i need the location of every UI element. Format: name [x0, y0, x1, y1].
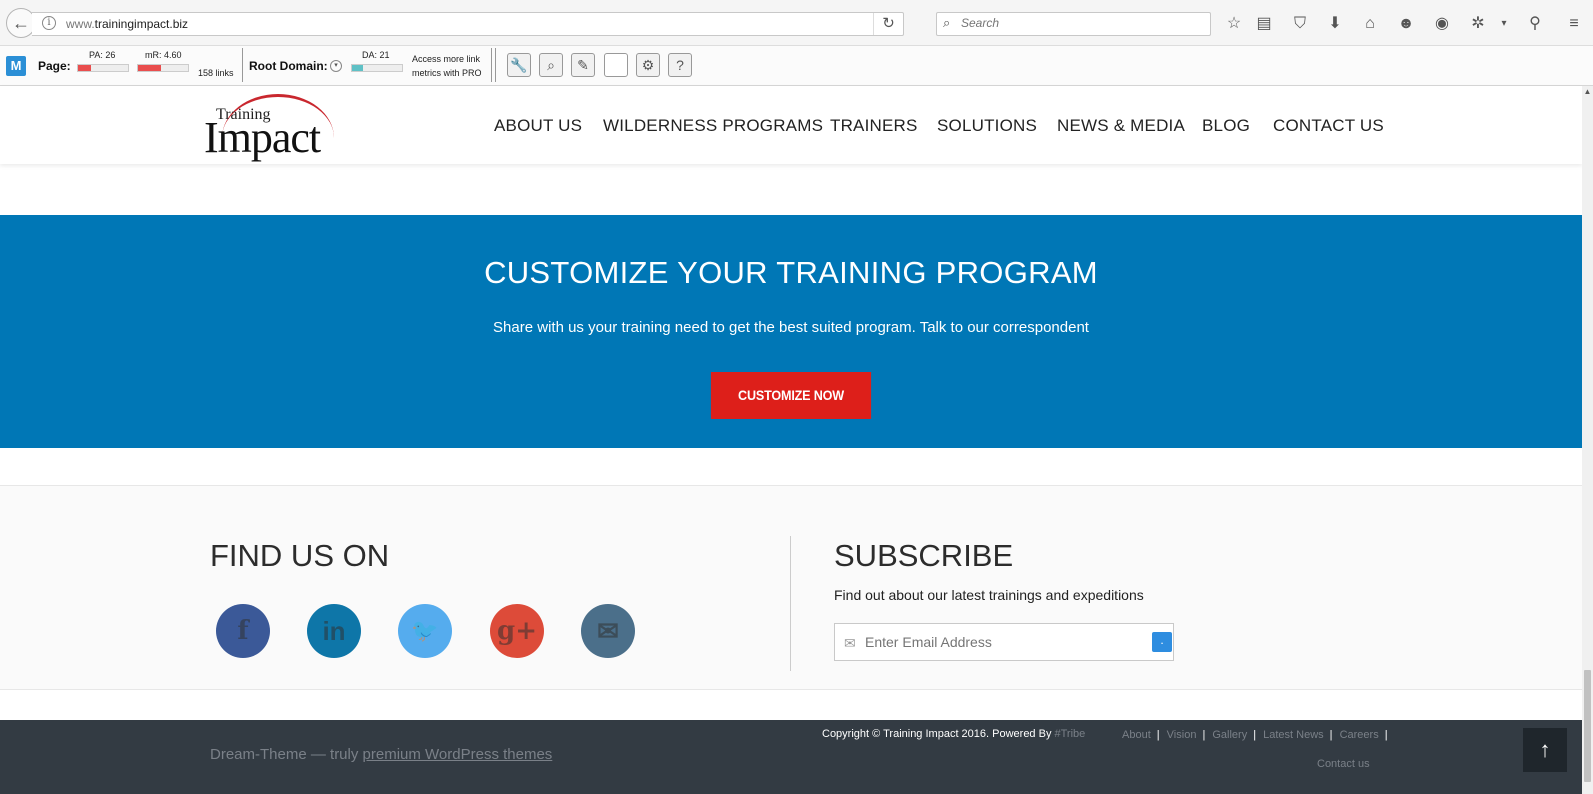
subscribe-email-input[interactable] [865, 634, 1135, 650]
moz-da-bar [351, 64, 403, 72]
footer-link-about[interactable]: About [1122, 729, 1151, 741]
moz-access-line2[interactable]: metrics with PRO [412, 68, 482, 78]
site-info-icon[interactable]: i [42, 16, 56, 30]
linkedin-icon[interactable]: in [307, 604, 361, 658]
customize-cta-section: CUSTOMIZE YOUR TRAINING PROGRAM Share wi… [0, 215, 1582, 448]
subscribe-submit-button[interactable]: . [1152, 632, 1172, 652]
chevron-down-icon[interactable]: ▾ [330, 60, 342, 72]
subscribe-text: Find out about our latest trainings and … [834, 587, 1144, 603]
color-wheel-icon[interactable]: ◉ [1432, 14, 1452, 34]
footer-link-gallery[interactable]: Gallery [1212, 729, 1247, 741]
moz-access-line1[interactable]: Access more link [412, 54, 480, 64]
address-bar[interactable]: i www.trainingimpact.biz ↻ [32, 12, 904, 36]
nav-trainers[interactable]: TRAINERS [830, 116, 918, 136]
moz-separator [242, 48, 243, 82]
magnifier-icon[interactable]: ⌕ [539, 53, 563, 77]
footer-link-latest-news[interactable]: Latest News [1263, 729, 1324, 741]
nav-news-media[interactable]: NEWS & MEDIA [1057, 116, 1185, 136]
scroll-up-arrow-icon[interactable]: ▲ [1582, 86, 1593, 98]
nav-contact-us[interactable]: CONTACT US [1273, 116, 1384, 136]
footer-bottom-bar: Dream-Theme — truly premium WordPress th… [0, 720, 1582, 794]
wrench-icon[interactable]: 🔧 [507, 53, 531, 77]
moz-mr-bar [137, 64, 189, 72]
blank-icon[interactable] [604, 53, 628, 77]
subscribe-title: SUBSCRIBE [834, 538, 1014, 573]
scrollbar-thumb[interactable] [1584, 670, 1591, 782]
email-icon[interactable]: ✉ [581, 604, 635, 658]
gear-icon[interactable]: ⚙ [636, 53, 660, 77]
moz-links-count: 158 links [198, 68, 234, 78]
help-icon[interactable]: ? [668, 53, 692, 77]
cta-title: CUSTOMIZE YOUR TRAINING PROGRAM [484, 255, 1098, 290]
customize-now-button[interactable]: CUSTOMIZE NOW [710, 372, 872, 419]
emoji-icon[interactable]: ☻ [1396, 14, 1416, 34]
find-us-title: FIND US ON [210, 538, 390, 573]
footer-link-vision[interactable]: Vision [1167, 729, 1197, 741]
moz-root-label: Root Domain: [249, 59, 328, 73]
nav-solutions[interactable]: SOLUTIONS [937, 116, 1037, 136]
back-to-top-button[interactable]: ↑ [1523, 728, 1567, 772]
dream-theme-credit: Dream-Theme — truly premium WordPress th… [210, 746, 553, 763]
moz-da-label: DA: 21 [362, 50, 390, 60]
nav-wilderness-programs[interactable]: WILDERNESS PROGRAMS [603, 116, 823, 136]
subscribe-form: ✉ . [834, 623, 1174, 661]
browser-toolbar: ← i www.trainingimpact.biz ↻ ⌕ ☆ ▤ ⛉ ⬇ ⌂… [0, 0, 1593, 46]
facebook-icon[interactable]: f [216, 604, 270, 658]
extension-icon[interactable]: ✲ [1468, 14, 1488, 34]
premium-themes-link[interactable]: premium WordPress themes [363, 746, 553, 763]
site-header: Training Impact ABOUT US WILDERNESS PROG… [0, 86, 1582, 164]
home-icon[interactable]: ⌂ [1360, 14, 1380, 34]
moz-mr-label: mR: 4.60 [145, 50, 182, 60]
moz-separator [491, 48, 492, 82]
footer-links: About | Vision | Gallery | Latest News | Car… [1122, 729, 1388, 741]
pin-icon[interactable]: ⚲ [1525, 14, 1545, 34]
menu-icon[interactable]: ≡ [1564, 14, 1584, 34]
moz-pa-label: PA: 26 [89, 50, 116, 60]
footer-divider [790, 536, 791, 671]
pencil-icon[interactable]: ✎ [571, 53, 595, 77]
copyright-text: Copyright © Training Impact 2016. Powere… [822, 728, 1086, 740]
bookmark-star-icon[interactable]: ☆ [1224, 14, 1244, 34]
nav-blog[interactable]: BLOG [1202, 116, 1250, 136]
url-text[interactable]: www.trainingimpact.biz [66, 17, 188, 31]
moz-separator [495, 48, 496, 82]
footer-link-careers[interactable]: Careers [1340, 729, 1379, 741]
reload-icon[interactable]: ↻ [873, 13, 903, 35]
pocket-icon[interactable]: ⛉ [1290, 14, 1310, 34]
google-plus-icon[interactable]: g+ [490, 604, 544, 658]
downloads-icon[interactable]: ⬇ [1325, 14, 1345, 34]
envelope-icon: ✉ [844, 635, 856, 651]
footer-link-contact[interactable]: Contact us [1317, 758, 1370, 770]
logo-impact-text: Impact [204, 113, 321, 162]
search-icon: ⌕ [943, 15, 951, 30]
browser-search-box[interactable]: ⌕ [936, 12, 1211, 36]
footer-widgets: FIND US ON f in 🐦 g+ ✉ SUBSCRIBE Find ou… [0, 485, 1582, 690]
moz-page-label: Page: [38, 59, 71, 73]
training-impact-logo[interactable]: Training Impact [204, 92, 340, 162]
nav-about-us[interactable]: ABOUT US [494, 116, 582, 136]
tribe-link[interactable]: #Tribe [1055, 728, 1086, 740]
moz-toolbar: M Page: PA: 26 mR: 4.60 158 links Root D… [0, 46, 1593, 86]
twitter-icon[interactable]: 🐦 [398, 604, 452, 658]
moz-logo-icon[interactable]: M [6, 56, 26, 76]
reading-list-icon[interactable]: ▤ [1254, 14, 1274, 34]
chevron-down-icon[interactable]: ▾ [1494, 14, 1514, 34]
moz-pa-bar [77, 64, 129, 72]
browser-search-input[interactable] [961, 16, 1201, 30]
cta-subtitle: Share with us your training need to get … [493, 319, 1089, 336]
